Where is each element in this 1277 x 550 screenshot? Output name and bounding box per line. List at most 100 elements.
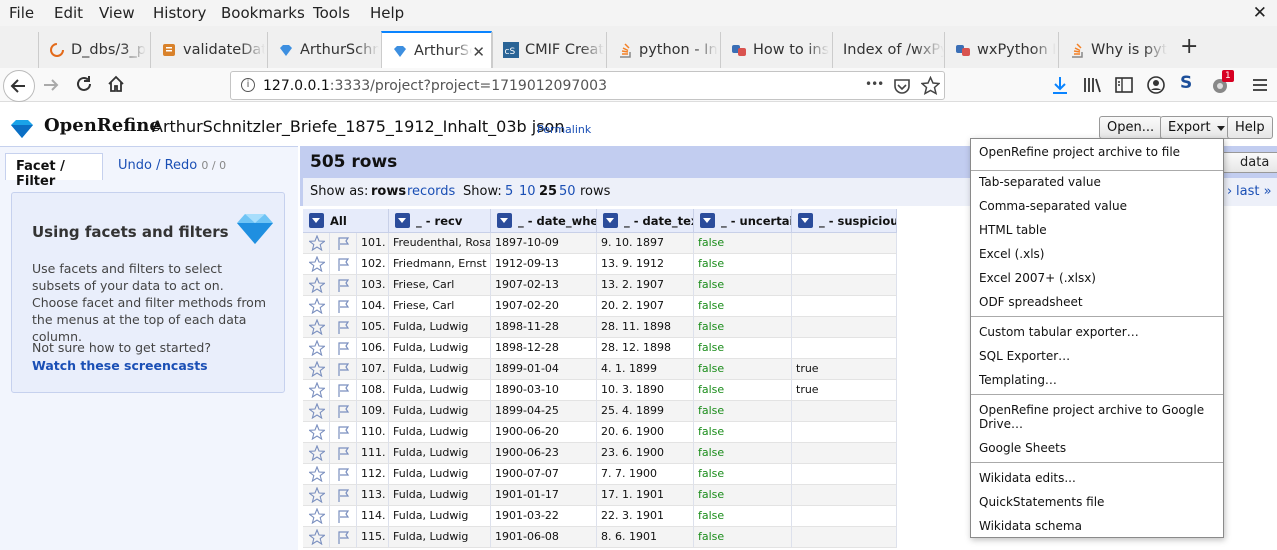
browser-tab[interactable]: wxPython I xyxy=(944,32,1056,68)
cell-suspicious[interactable] xyxy=(792,296,897,317)
star-icon[interactable] xyxy=(307,318,327,337)
dropdown-icon[interactable] xyxy=(309,213,324,228)
cell-date-text[interactable]: 13. 9. 1912 xyxy=(597,254,694,275)
cell-date-text[interactable]: 7. 7. 1900 xyxy=(597,464,694,485)
star-icon[interactable] xyxy=(307,444,327,463)
cell-date-text[interactable]: 23. 6. 1900 xyxy=(597,443,694,464)
row-index[interactable]: 115. xyxy=(357,527,389,548)
cell-date-when[interactable]: 1897-10-09 xyxy=(491,233,597,254)
screencasts-link[interactable]: Watch these screencasts xyxy=(32,358,208,373)
flag-icon[interactable] xyxy=(336,340,352,358)
menu-edit[interactable]: Edit xyxy=(54,4,83,22)
row-index[interactable]: 108. xyxy=(357,380,389,401)
tab-undo-redo[interactable]: Undo / Redo 0 / 0 xyxy=(118,158,226,173)
tab-close-icon[interactable]: ✕ xyxy=(472,43,485,61)
row-index[interactable]: 113. xyxy=(357,485,389,506)
project-title[interactable]: ArthurSchnitzler_Briefe_1875_1912_Inhalt… xyxy=(152,117,564,136)
cell-recv[interactable]: Friese, Carl xyxy=(389,275,491,296)
open-button[interactable]: Open... xyxy=(1099,116,1163,139)
column-header-suspicious[interactable]: _ - suspicious xyxy=(792,209,897,233)
menu-bookmarks[interactable]: Bookmarks xyxy=(221,4,305,22)
last-page-link[interactable]: last » xyxy=(1236,184,1272,199)
menu-file[interactable]: File xyxy=(9,4,34,22)
cell-date-when[interactable]: 1900-06-23 xyxy=(491,443,597,464)
cell-uncertain[interactable]: false xyxy=(694,275,792,296)
star-icon[interactable] xyxy=(307,255,327,274)
cell-uncertain[interactable]: false xyxy=(694,485,792,506)
cell-date-when[interactable]: 1900-06-20 xyxy=(491,422,597,443)
column-header-all[interactable]: All xyxy=(303,209,389,233)
flag-icon[interactable] xyxy=(336,445,352,463)
cell-uncertain[interactable]: false xyxy=(694,527,792,548)
browser-tab[interactable]: Index of /wxPy xyxy=(832,32,944,68)
cell-suspicious[interactable] xyxy=(792,527,897,548)
cell-recv[interactable]: Fulda, Ludwig xyxy=(389,422,491,443)
cell-recv[interactable]: Fulda, Ludwig xyxy=(389,317,491,338)
flag-icon[interactable] xyxy=(336,298,352,316)
column-header-recv[interactable]: _ - recv xyxy=(389,209,491,233)
flag-icon[interactable] xyxy=(336,361,352,379)
cell-date-when[interactable]: 1901-01-17 xyxy=(491,485,597,506)
window-close-icon[interactable]: ✕ xyxy=(1253,3,1267,23)
export-ods[interactable]: ODF spreadsheet xyxy=(979,295,1217,309)
row-index[interactable]: 103. xyxy=(357,275,389,296)
export-google-drive[interactable]: OpenRefine project archive to Google Dri… xyxy=(979,403,1217,431)
cell-date-text[interactable]: 28. 12. 1898 xyxy=(597,338,694,359)
sidebar-icon[interactable] xyxy=(1114,75,1134,99)
export-csv[interactable]: Comma-separated value xyxy=(979,199,1217,213)
row-index[interactable]: 110. xyxy=(357,422,389,443)
cell-date-when[interactable]: 1890-03-10 xyxy=(491,380,597,401)
cell-suspicious[interactable] xyxy=(792,506,897,527)
flag-icon[interactable] xyxy=(336,424,352,442)
cell-suspicious[interactable]: true xyxy=(792,359,897,380)
star-icon[interactable] xyxy=(307,402,327,421)
export-project-archive[interactable]: OpenRefine project archive to file xyxy=(979,145,1217,159)
browser-tab[interactable]: ArthurSchn xyxy=(267,32,379,68)
dropdown-icon[interactable] xyxy=(497,213,512,228)
bookmark-star-icon[interactable] xyxy=(920,75,941,99)
account-icon[interactable] xyxy=(1146,75,1166,99)
flag-icon[interactable] xyxy=(336,487,352,505)
flag-icon[interactable] xyxy=(336,403,352,421)
page-size-5[interactable]: 5 xyxy=(505,184,513,199)
extension-s-icon[interactable]: S xyxy=(1180,73,1192,93)
flag-icon[interactable] xyxy=(336,277,352,295)
page-actions-icon[interactable]: ••• xyxy=(865,77,884,91)
mode-rows[interactable]: rows xyxy=(371,184,406,199)
openrefine-logo-icon[interactable] xyxy=(10,119,34,143)
row-index[interactable]: 109. xyxy=(357,401,389,422)
dropdown-icon[interactable] xyxy=(700,213,715,228)
column-header-date-text[interactable]: _ - date_text xyxy=(597,209,694,233)
star-icon[interactable] xyxy=(307,423,327,442)
cell-suspicious[interactable] xyxy=(792,464,897,485)
browser-tab[interactable]: validateDat xyxy=(150,32,265,68)
export-html-table[interactable]: HTML table xyxy=(979,223,1217,237)
export-xls[interactable]: Excel (.xls) xyxy=(979,247,1217,261)
back-button[interactable] xyxy=(3,70,35,102)
browser-tab-active[interactable]: ArthurSc ✕ xyxy=(381,31,492,69)
cell-date-text[interactable]: 10. 3. 1890 xyxy=(597,380,694,401)
cell-recv[interactable]: Fulda, Ludwig xyxy=(389,506,491,527)
cell-recv[interactable]: Fulda, Ludwig xyxy=(389,338,491,359)
wikidata-button[interactable]: data xyxy=(1215,152,1277,173)
dropdown-icon[interactable] xyxy=(395,213,410,228)
flag-icon[interactable] xyxy=(336,529,352,547)
new-tab-plus-icon[interactable]: + xyxy=(1180,34,1198,59)
star-icon[interactable] xyxy=(307,486,327,505)
export-google-sheets[interactable]: Google Sheets xyxy=(979,441,1217,455)
cell-recv[interactable]: Fulda, Ludwig xyxy=(389,443,491,464)
cell-suspicious[interactable] xyxy=(792,254,897,275)
browser-tab[interactable]: How to ins xyxy=(720,32,832,68)
cell-date-when[interactable]: 1899-01-04 xyxy=(491,359,597,380)
reload-button[interactable] xyxy=(74,74,94,98)
column-header-date-when[interactable]: _ - date_when xyxy=(491,209,597,233)
cell-date-when[interactable]: 1898-12-28 xyxy=(491,338,597,359)
cell-recv[interactable]: Fulda, Ludwig xyxy=(389,527,491,548)
tab-facet-filter[interactable]: Facet / Filter xyxy=(5,153,103,189)
app-name[interactable]: OpenRefine xyxy=(44,115,161,136)
cell-recv[interactable]: Freudenthal, Rosa xyxy=(389,233,491,254)
star-icon[interactable] xyxy=(307,465,327,484)
export-templating[interactable]: Templating… xyxy=(979,373,1217,387)
column-header-uncertain[interactable]: _ - uncertain xyxy=(694,209,792,233)
hamburger-menu-icon[interactable] xyxy=(1250,75,1270,99)
